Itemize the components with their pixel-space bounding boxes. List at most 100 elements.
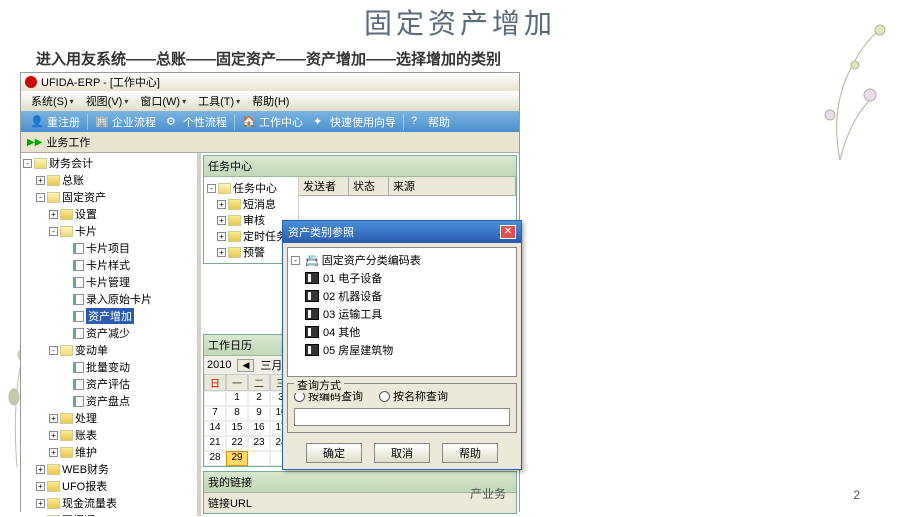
- arrow-right-icon: ▶▶: [27, 137, 42, 148]
- cal-day-cell[interactable]: 14: [204, 421, 226, 436]
- nav-card[interactable]: -卡片: [23, 223, 195, 240]
- expand-icon[interactable]: +: [36, 482, 45, 491]
- collapse-icon[interactable]: -: [49, 346, 58, 355]
- query-input[interactable]: [294, 408, 510, 426]
- menu-tools[interactable]: 工具(T)▾: [192, 91, 246, 111]
- toolbar-workcenter[interactable]: 🏠工作中心: [237, 113, 308, 131]
- nav-cashflow[interactable]: +现金流量表: [23, 495, 195, 512]
- nav-ledger[interactable]: +账表: [23, 427, 195, 444]
- expand-icon[interactable]: +: [36, 176, 45, 185]
- cal-day-header: 一: [226, 374, 248, 391]
- cal-prev-button[interactable]: ◀: [237, 359, 254, 372]
- nav-card-input[interactable]: 录入原始卡片: [23, 291, 195, 308]
- menu-view[interactable]: 视图(V)▾: [80, 91, 135, 111]
- expand-icon[interactable]: +: [36, 516, 45, 517]
- nav-maintain[interactable]: +维护: [23, 444, 195, 461]
- cal-day-cell[interactable]: 22: [226, 436, 248, 451]
- expand-icon[interactable]: +: [217, 232, 226, 241]
- cal-day-cell[interactable]: 15: [226, 421, 248, 436]
- expand-icon[interactable]: +: [49, 448, 58, 457]
- nav-change[interactable]: -变动单: [23, 342, 195, 359]
- help-button[interactable]: 帮助: [442, 443, 498, 463]
- gear-icon: ⚙: [166, 115, 180, 129]
- cal-day-cell[interactable]: 23: [248, 436, 270, 451]
- radio-by-name[interactable]: 按名称查询: [379, 388, 448, 404]
- nav-process[interactable]: +处理: [23, 410, 195, 427]
- nav-webfin[interactable]: +WEB财务: [23, 461, 195, 478]
- cal-day-cell[interactable]: 8: [226, 406, 248, 421]
- collapse-icon[interactable]: -: [23, 159, 32, 168]
- nav-settings[interactable]: +设置: [23, 206, 195, 223]
- menu-window[interactable]: 窗口(W)▾: [134, 91, 192, 111]
- col-source: 来源: [389, 177, 516, 195]
- query-group: 查询方式 按编码查询 按名称查询: [287, 383, 517, 433]
- col-status: 状态: [349, 177, 389, 195]
- toolbar-custflow[interactable]: ⚙个性流程: [161, 113, 232, 131]
- nav-fa[interactable]: -固定资产: [23, 189, 195, 206]
- category-item[interactable]: 05 房屋建筑物: [291, 341, 513, 359]
- category-item[interactable]: 03 运输工具: [291, 305, 513, 323]
- expand-icon[interactable]: +: [49, 414, 58, 423]
- page-icon: [73, 362, 84, 373]
- nav-ufo[interactable]: +UFO报表: [23, 478, 195, 495]
- close-icon[interactable]: ✕: [500, 225, 516, 239]
- expand-icon[interactable]: +: [217, 248, 226, 257]
- toolbar-quickguide[interactable]: ✦快速使用向导: [308, 113, 401, 131]
- cal-day-cell[interactable]: 29: [226, 451, 248, 466]
- nav-card-style[interactable]: 卡片样式: [23, 257, 195, 274]
- page-number: 2: [853, 488, 860, 502]
- expand-icon[interactable]: +: [49, 210, 58, 219]
- nav-asset-eval[interactable]: 资产评估: [23, 376, 195, 393]
- task-root[interactable]: -任务中心: [207, 180, 295, 196]
- task-msg[interactable]: +短消息: [207, 196, 295, 212]
- toolbar-reregister[interactable]: 👤重注册: [25, 113, 85, 131]
- collapse-icon[interactable]: -: [49, 227, 58, 236]
- folder-open-icon: [60, 226, 73, 237]
- page-icon: [73, 379, 84, 390]
- collapse-icon[interactable]: -: [291, 256, 300, 265]
- menubar: 系统(S)▾ 视图(V)▾ 窗口(W)▾ 工具(T)▾ 帮助(H): [21, 91, 519, 111]
- category-icon: [305, 326, 319, 338]
- toolbar-help[interactable]: ?帮助: [406, 113, 455, 131]
- nav-bills[interactable]: +票据通: [23, 512, 195, 516]
- folder-open-icon: [34, 158, 47, 169]
- menu-system[interactable]: 系统(S)▾: [25, 91, 80, 111]
- task-center-header: 任务中心: [204, 156, 516, 177]
- cal-day-cell[interactable]: 28: [204, 451, 226, 466]
- nav-card-manage[interactable]: 卡片管理: [23, 274, 195, 291]
- menu-help[interactable]: 帮助(H): [246, 91, 295, 111]
- expand-icon[interactable]: +: [217, 216, 226, 225]
- category-item[interactable]: 01 电子设备: [291, 269, 513, 287]
- folder-icon: [60, 209, 73, 220]
- cancel-button[interactable]: 取消: [374, 443, 430, 463]
- cal-day-cell[interactable]: 2: [248, 391, 270, 406]
- expand-icon[interactable]: +: [36, 465, 45, 474]
- expand-icon[interactable]: +: [49, 431, 58, 440]
- category-icon: [305, 308, 319, 320]
- cal-day-cell[interactable]: 16: [248, 421, 270, 436]
- expand-icon[interactable]: +: [217, 200, 226, 209]
- expand-icon[interactable]: +: [36, 499, 45, 508]
- category-item[interactable]: 04 其他: [291, 323, 513, 341]
- nav-finance[interactable]: -财务会计: [23, 155, 195, 172]
- nav-batch-change[interactable]: 批量变动: [23, 359, 195, 376]
- cal-day-cell[interactable]: 1: [226, 391, 248, 406]
- category-item[interactable]: 02 机器设备: [291, 287, 513, 305]
- dialog-titlebar[interactable]: 资产类别参照 ✕: [283, 221, 521, 243]
- nav-asset-check[interactable]: 资产盘点: [23, 393, 195, 410]
- collapse-icon[interactable]: -: [36, 193, 45, 202]
- cal-day-cell[interactable]: 9: [248, 406, 270, 421]
- nav-asset-add[interactable]: 资产增加: [23, 308, 195, 325]
- ok-button[interactable]: 确定: [306, 443, 362, 463]
- radio-icon[interactable]: [379, 391, 390, 402]
- collapse-icon[interactable]: -: [207, 184, 216, 193]
- folder-icon: [47, 481, 60, 492]
- cal-day-cell[interactable]: 21: [204, 436, 226, 451]
- cal-day-cell[interactable]: 7: [204, 406, 226, 421]
- nav-gl[interactable]: +总账: [23, 172, 195, 189]
- toolbar-bizflow[interactable]: 🏢企业流程: [90, 113, 161, 131]
- category-icon: [305, 344, 319, 356]
- category-root[interactable]: -📇固定资产分类编码表: [291, 251, 513, 269]
- nav-asset-reduce[interactable]: 资产减少: [23, 325, 195, 342]
- nav-card-item[interactable]: 卡片项目: [23, 240, 195, 257]
